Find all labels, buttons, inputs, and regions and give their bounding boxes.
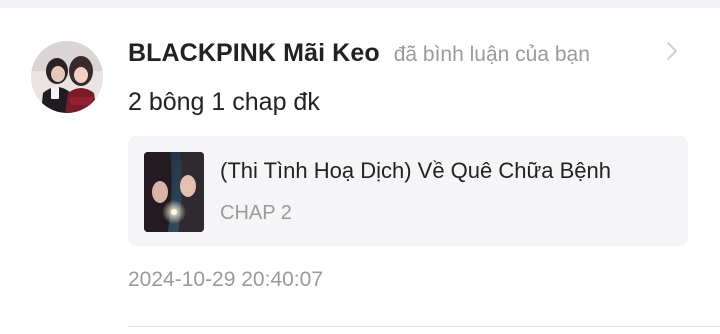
manga-cover-thumbnail <box>144 152 204 232</box>
comment-text: 2 bông 1 chap đk <box>128 88 320 116</box>
top-separator-strip <box>0 0 720 8</box>
avatar-photo-image <box>31 41 103 113</box>
chapter-label: CHAP 2 <box>220 202 292 224</box>
comment-notification-card[interactable]: BLACKPINK Mãi Keo đã bình luận của bạn 2… <box>0 8 720 334</box>
timestamp: 2024-10-29 20:40:07 <box>128 268 323 291</box>
action-text: đã bình luận của bạn <box>393 43 590 66</box>
divider <box>128 326 720 327</box>
manga-title: (Thi Tình Hoạ Dịch) Về Quê Chữa Bệnh <box>220 158 611 183</box>
chevron-right-icon[interactable] <box>662 40 682 62</box>
user-avatar[interactable] <box>31 41 103 113</box>
username-link[interactable]: BLACKPINK Mãi Keo <box>128 39 380 68</box>
notifications-page: BLACKPINK Mãi Keo đã bình luận của bạn 2… <box>0 0 720 334</box>
referenced-chapter-card[interactable]: (Thi Tình Hoạ Dịch) Về Quê Chữa Bệnh CHA… <box>128 136 688 246</box>
notification-header: BLACKPINK Mãi Keo đã bình luận của bạn <box>128 39 590 68</box>
